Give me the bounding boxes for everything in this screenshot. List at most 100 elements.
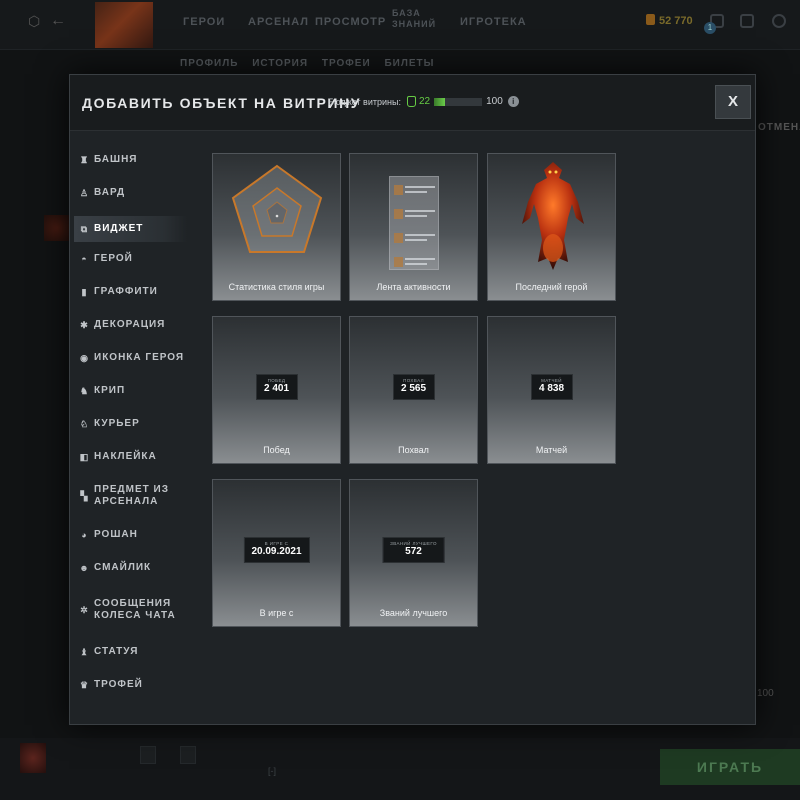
sidebar-item[interactable]: ☻ СМАЙЛИК [74, 558, 187, 578]
sidebar-item[interactable]: ⧉ ВИДЖЕТ [74, 216, 187, 242]
settings-icon[interactable] [772, 14, 786, 28]
subnav-profile[interactable]: ПРОФИЛЬ [180, 58, 238, 69]
widget-tile[interactable]: Последний герой [487, 153, 616, 301]
widget-tile[interactable]: ЗВАНИЙ ЛУЧШЕГО 572 Званий лучшего [349, 479, 478, 627]
subnav-history[interactable]: ИСТОРИЯ [252, 58, 308, 69]
ward-icon: ♙ [79, 187, 90, 198]
sidebar-item-label: СООБЩЕНИЯ КОЛЕСА ЧАТА [94, 598, 176, 621]
sidebar-item[interactable]: ◧ НАКЛЕЙКА [74, 447, 187, 467]
widget-tile[interactable]: Лента активности [349, 153, 478, 301]
sidebar-item[interactable]: ✲ СООБЩЕНИЯ КОЛЕСА ЧАТА [74, 590, 187, 630]
sidebar-item[interactable]: ◓ ГЕРОЙ [74, 249, 187, 269]
feed-entry [394, 255, 436, 269]
dialog-header: ДОБАВИТЬ ОБЪЕКТ НА ВИТРИНУ Бюджет витрин… [70, 75, 755, 131]
budget-progress-fill [434, 97, 445, 106]
graffiti-icon: ▮ [81, 286, 88, 297]
widget-tile[interactable]: ПОХВАЛ 2 565 Похвал [349, 316, 478, 464]
profile-subnav: ПРОФИЛЬ ИСТОРИЯ ТРОФЕИ БИЛЕТЫ [180, 58, 444, 69]
background-budget-max: 100 [757, 688, 774, 699]
stat-counter: МАТЧЕЙ 4 838 [530, 374, 573, 400]
sidebar-item-label: ТРОФЕЙ [94, 679, 143, 690]
sidebar-item-label: ПРЕДМЕТ ИЗ АРСЕНАЛА [94, 484, 169, 507]
chat-channel-hint: [-] [268, 766, 276, 776]
widget-tile[interactable]: В ИГРЕ С 20.09.2021 В игре с [212, 479, 341, 627]
sidebar-item[interactable]: ♙ ВАРД [74, 183, 187, 203]
subnav-tickets[interactable]: БИЛЕТЫ [384, 58, 434, 69]
stat-counter-value: 4 838 [538, 383, 565, 394]
info-icon[interactable]: i [507, 96, 519, 107]
nav-armory[interactable]: АРСЕНАЛ [248, 16, 309, 28]
widget-tile[interactable]: ПОБЕД 2 401 Побед [212, 316, 341, 464]
sidebar-item-label: СТАТУЯ [94, 646, 139, 657]
feed-entry [394, 231, 436, 245]
radar-chart-preview [231, 164, 323, 253]
sidebar-item[interactable]: ♜ БАШНЯ [74, 150, 187, 170]
decoration-icon: ✱ [80, 319, 89, 330]
add-showcase-item-dialog: ДОБАВИТЬ ОБЪЕКТ НА ВИТРИНУ Бюджет витрин… [69, 74, 756, 725]
sidebar-item[interactable]: ♝ СТАТУЯ [74, 642, 187, 662]
sidebar-item-label: ВАРД [94, 187, 126, 198]
nav-learn[interactable]: БАЗА ЗНАНИЙ [392, 8, 435, 30]
sidebar-item[interactable]: ♘ КУРЬЕР [74, 414, 187, 434]
emoticon-icon: ☻ [79, 563, 90, 573]
widget-tile-caption: Похвал [398, 445, 429, 455]
sidebar-item-label: ГЕРОЙ [94, 253, 133, 264]
widget-tile-caption: Матчей [535, 445, 568, 455]
party-slot[interactable] [180, 746, 196, 764]
nav-watch[interactable]: ПРОСМОТР [315, 16, 386, 28]
stat-counter: ПОБЕД 2 401 [255, 374, 298, 400]
armory-item-icon: ▚ [80, 490, 89, 501]
stat-counter-value: 2 565 [400, 383, 427, 394]
menu-icon[interactable]: ⬡ [28, 13, 40, 30]
close-button[interactable]: X [715, 85, 751, 119]
sidebar-item[interactable]: ▮ ГРАФФИТИ [74, 282, 187, 302]
sidebar-item-label: КРИП [94, 385, 126, 396]
statue-icon: ♝ [79, 646, 90, 657]
sidebar-item[interactable]: ✱ ДЕКОРАЦИЯ [74, 315, 187, 335]
roshan-icon: ◕ [81, 530, 88, 540]
currency-amount: 52 770 [659, 15, 693, 27]
dialog-title: ДОБАВИТЬ ОБЪЕКТ НА ВИТРИНУ [82, 95, 362, 111]
sidebar-item-label: БАШНЯ [94, 154, 138, 165]
player-avatar[interactable] [20, 743, 46, 773]
last-hero-image [522, 162, 584, 270]
sidebar-item[interactable]: ♞ КРИП [74, 381, 187, 401]
inventory-icon[interactable] [740, 14, 754, 28]
chat-wheel-icon: ✲ [80, 604, 89, 615]
widget-tile[interactable]: Статистика стиля игры [212, 153, 341, 301]
shards-icon [646, 14, 655, 25]
play-button[interactable]: ИГРАТЬ [660, 749, 800, 785]
feed-entry-thumb [394, 233, 403, 243]
creep-icon: ♞ [79, 385, 90, 396]
budget-progress-bar [434, 97, 483, 106]
back-arrow-icon[interactable]: ← [50, 12, 66, 30]
subnav-trophies[interactable]: ТРОФЕИ [322, 58, 371, 69]
budget-max-value: 100 [486, 96, 503, 107]
hero-portrait-icon: ◉ [80, 352, 89, 363]
profile-portrait[interactable] [95, 2, 153, 48]
widget-tile-caption: В игре с [259, 608, 294, 618]
nav-heroes[interactable]: ГЕРОИ [183, 16, 225, 28]
sidebar-item[interactable]: ♛ ТРОФЕЙ [74, 675, 187, 695]
nav-arcade[interactable]: ИГРОТЕКА [460, 16, 527, 28]
feed-entry [394, 183, 436, 197]
stat-counter-value: 20.09.2021 [251, 546, 302, 557]
top-navigation-bar: ⬡ ← ГЕРОИ АРСЕНАЛ ПРОСМОТР БАЗА ЗНАНИЙ И… [0, 0, 800, 50]
currency-display: 52 770 [646, 14, 693, 27]
sidebar-item[interactable]: ◕ РОШАН [74, 525, 187, 545]
sidebar-item[interactable]: ◉ ИКОНКА ГЕРОЯ [74, 348, 187, 368]
party-slot[interactable] [140, 746, 156, 764]
sidebar-item-label: КУРЬЕР [94, 418, 140, 429]
tower-icon: ♜ [79, 154, 90, 165]
widget-tile-caption: Лента активности [376, 282, 451, 292]
widget-icon: ⧉ [80, 223, 89, 234]
sidebar-item-label: ВИДЖЕТ [94, 223, 144, 234]
widget-tile[interactable]: МАТЧЕЙ 4 838 Матчей [487, 316, 616, 464]
sidebar-item-label: ГРАФФИТИ [94, 286, 158, 297]
stat-counter: В ИГРЕ С 20.09.2021 [243, 537, 310, 563]
widget-tile-caption: Побед [263, 445, 290, 455]
sidebar-item-label: СМАЙЛИК [94, 562, 152, 573]
widget-tile-caption: Последний герой [515, 282, 588, 292]
sidebar-item[interactable]: ▚ ПРЕДМЕТ ИЗ АРСЕНАЛА [74, 476, 187, 516]
feed-entry [394, 207, 436, 221]
